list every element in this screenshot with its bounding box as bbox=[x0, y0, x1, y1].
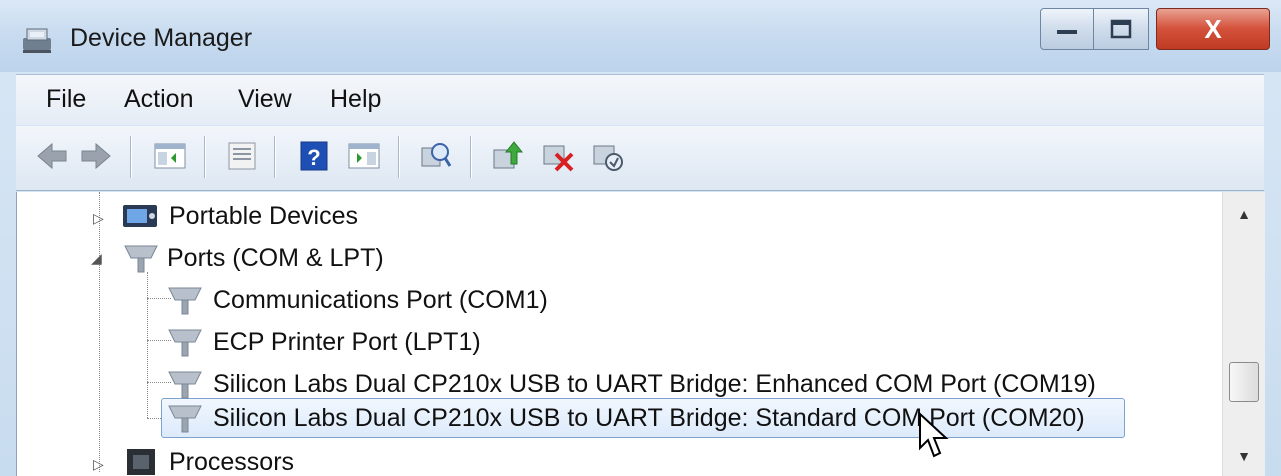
device-tree: ▷ Portable Devices ◢ Ports (COM & LPT) C… bbox=[16, 192, 1265, 476]
scan-hardware-changes-icon[interactable] bbox=[418, 138, 454, 174]
uninstall-device-icon[interactable] bbox=[540, 138, 576, 174]
toolbar-separator bbox=[130, 136, 132, 178]
tree-item-processors[interactable]: Processors bbox=[121, 442, 294, 476]
port-connector-icon bbox=[168, 287, 202, 315]
scrollbar-thumb[interactable] bbox=[1229, 362, 1259, 402]
portable-device-icon bbox=[123, 205, 157, 227]
toolbar-separator bbox=[398, 136, 400, 178]
expand-arrow-icon[interactable]: ▷ bbox=[93, 456, 104, 473]
port-connector-icon bbox=[168, 405, 202, 433]
toolbar-separator bbox=[470, 136, 472, 178]
tree-label: Portable Devices bbox=[169, 201, 358, 230]
tree-label: Silicon Labs Dual CP210x USB to UART Bri… bbox=[213, 369, 1096, 398]
back-arrow-icon[interactable] bbox=[34, 138, 70, 174]
port-connector-icon bbox=[124, 245, 158, 273]
menu-file[interactable]: File bbox=[46, 85, 86, 114]
menu-action[interactable]: Action bbox=[124, 85, 193, 114]
title-bar[interactable]: Device Manager X bbox=[0, 0, 1281, 72]
tree-connector bbox=[147, 418, 161, 419]
scroll-down-arrow-icon[interactable]: ▼ bbox=[1223, 436, 1265, 476]
tree-connector bbox=[99, 192, 100, 472]
tree-label: Processors bbox=[169, 447, 295, 476]
collapse-arrow-icon[interactable]: ◢ bbox=[91, 250, 102, 267]
toolbar-separator bbox=[204, 136, 206, 178]
menu-bar: File Action View Help bbox=[16, 74, 1264, 125]
update-driver-icon[interactable] bbox=[490, 138, 526, 174]
toolbar-separator bbox=[274, 136, 276, 178]
minimize-button[interactable] bbox=[1040, 8, 1094, 50]
tree-label: Silicon Labs Dual CP210x USB to UART Bri… bbox=[213, 403, 1085, 432]
close-icon: X bbox=[1204, 13, 1222, 44]
port-connector-icon bbox=[168, 371, 202, 399]
maximize-icon bbox=[1110, 19, 1132, 39]
show-hide-action-pane-icon[interactable] bbox=[346, 138, 382, 174]
scroll-up-arrow-icon[interactable]: ▲ bbox=[1223, 194, 1265, 234]
processor-chip-icon bbox=[127, 449, 155, 475]
device-manager-window: Device Manager X File Action View Help ?… bbox=[0, 0, 1281, 476]
menu-view[interactable]: View bbox=[238, 85, 292, 114]
device-manager-icon bbox=[23, 28, 51, 53]
minimize-icon bbox=[1057, 30, 1077, 34]
tree-connector bbox=[147, 272, 148, 418]
expand-arrow-icon[interactable]: ▷ bbox=[93, 210, 104, 227]
forward-arrow-icon[interactable] bbox=[78, 138, 114, 174]
tree-item-lpt1[interactable]: ECP Printer Port (LPT1) bbox=[165, 322, 481, 362]
disable-device-icon[interactable] bbox=[590, 138, 626, 174]
menu-help[interactable]: Help bbox=[330, 85, 381, 114]
svg-text:?: ? bbox=[307, 145, 320, 170]
tree-item-ports[interactable]: Ports (COM & LPT) bbox=[121, 238, 384, 278]
tree-item-com1[interactable]: Communications Port (COM1) bbox=[165, 280, 548, 320]
toolbar: ? bbox=[16, 126, 1264, 191]
vertical-scrollbar[interactable]: ▲ ▼ bbox=[1222, 192, 1265, 476]
help-icon[interactable]: ? bbox=[296, 138, 332, 174]
tree-item-portable-devices[interactable]: Portable Devices bbox=[121, 196, 358, 236]
window-title: Device Manager bbox=[70, 24, 253, 52]
maximize-button[interactable] bbox=[1093, 8, 1149, 50]
tree-label: ECP Printer Port (LPT1) bbox=[213, 327, 481, 356]
tree-label: Communications Port (COM1) bbox=[213, 285, 548, 314]
tree-label: Ports (COM & LPT) bbox=[167, 243, 384, 272]
close-button[interactable]: X bbox=[1156, 8, 1270, 50]
properties-icon[interactable] bbox=[224, 138, 260, 174]
show-hide-console-tree-icon[interactable] bbox=[152, 138, 188, 174]
mouse-cursor-icon bbox=[919, 412, 949, 458]
port-connector-icon bbox=[168, 329, 202, 357]
